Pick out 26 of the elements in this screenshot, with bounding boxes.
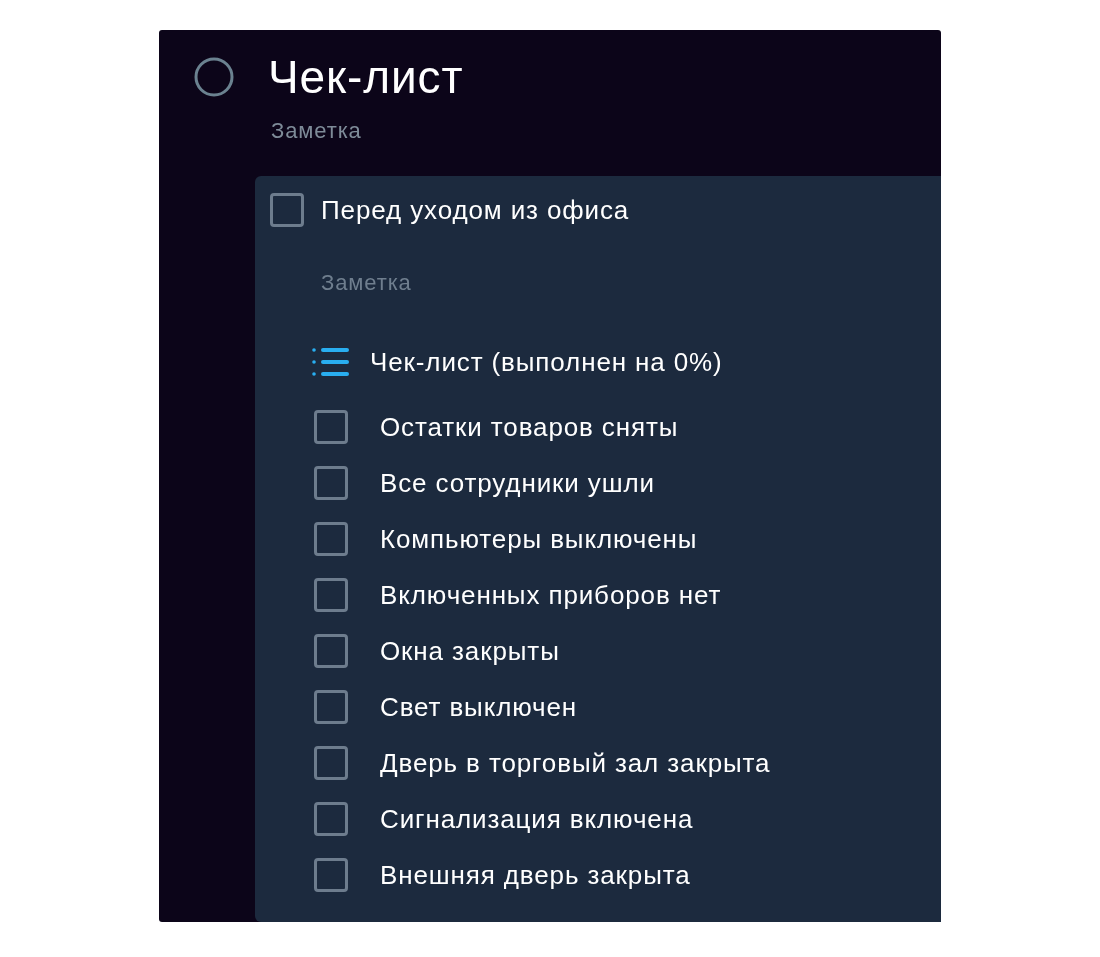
checklist-item-label: Свет выключен [380,692,578,722]
checklist-item-label: Дверь в торговый зал закрыта [380,748,771,778]
list-icon [312,347,349,377]
checklist-item-label: Внешняя дверь закрыта [380,860,691,890]
task-title: Чек-лист [268,53,464,101]
subtask-title: Перед уходом из офиса [321,195,630,225]
checklist-item-label: Все сотрудники ушли [380,468,655,498]
checklist-checkbox[interactable] [314,858,348,892]
checklist-item-label: Включенных приборов нет [380,580,722,610]
checklist-checkbox[interactable] [314,690,348,724]
checklist-checkbox[interactable] [314,578,348,612]
checklist-checkbox[interactable] [314,410,348,444]
checklist-checkbox[interactable] [314,522,348,556]
checklist-item-label: Компьютеры выключены [380,524,698,554]
note-field[interactable]: Заметка [321,271,412,295]
checklist-checkbox[interactable] [314,466,348,500]
task-complete-toggle[interactable] [194,57,234,97]
checklist-item-label: Окна закрыты [380,636,560,666]
checklist-checkbox[interactable] [314,802,348,836]
checklist-checkbox[interactable] [314,634,348,668]
checklist-checkbox[interactable] [314,746,348,780]
note-field[interactable]: Заметка [271,119,362,143]
checklist-title: Чек-лист (выполнен на 0%) [370,347,723,377]
checklist-item-label: Остатки товаров сняты [380,412,679,442]
subtask-checkbox[interactable] [270,193,304,227]
checklist-item-label: Сигнализация включена [380,804,694,834]
